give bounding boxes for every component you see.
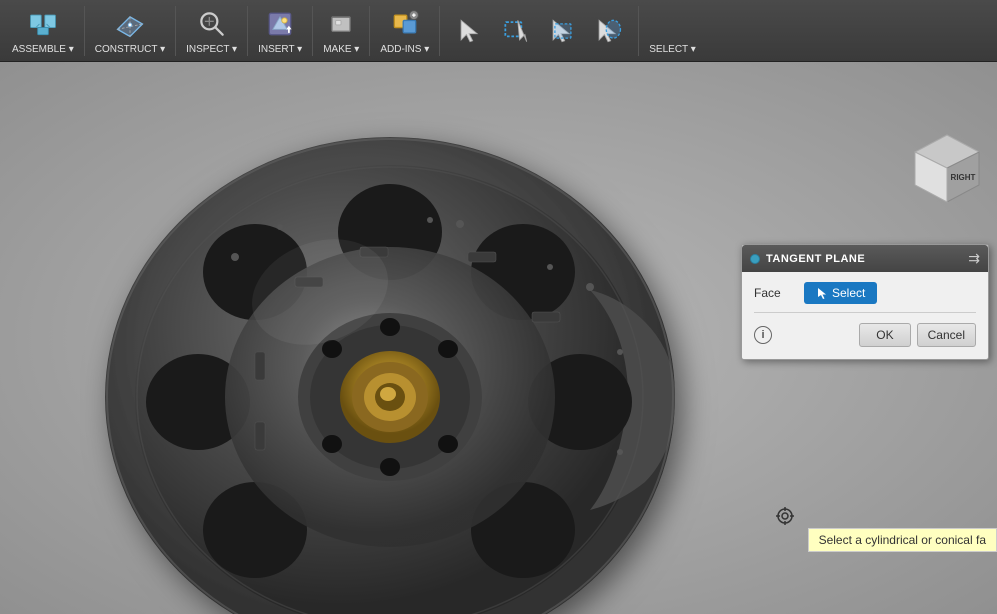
toolbar: ASSEMBLE ▾ CONSTRUCT ▾ INSPECT ▾ <box>0 0 997 62</box>
face-row: Face Select <box>754 282 976 304</box>
window-select-icon <box>498 13 534 49</box>
insert-icon <box>262 6 298 42</box>
divider-7 <box>638 6 639 56</box>
toolbar-paint-select[interactable] <box>586 9 630 53</box>
inspect-icon <box>194 6 230 42</box>
assemble-label: ASSEMBLE ▾ <box>12 44 74 55</box>
view-cube[interactable]: RIGHT <box>907 130 987 210</box>
panel-divider <box>754 312 976 313</box>
toolbar-make[interactable]: MAKE ▾ <box>315 2 367 59</box>
tangent-panel: TANGENT PLANE ⇉ Face Select i OK Cancel <box>741 244 989 360</box>
assemble-icon <box>25 6 61 42</box>
divider-3 <box>247 6 248 56</box>
toolbar-assemble[interactable]: ASSEMBLE ▾ <box>4 2 82 59</box>
select-label: SELECT ▾ <box>649 44 696 55</box>
tangent-panel-body: Face Select i OK Cancel <box>742 272 988 359</box>
face-label: Face <box>754 286 804 300</box>
divider-5 <box>369 6 370 56</box>
panel-expand-icon[interactable]: ⇉ <box>968 250 980 267</box>
toolbar-inspect[interactable]: INSPECT ▾ <box>178 2 245 59</box>
arrow-select-icon <box>452 13 488 49</box>
toolbar-construct[interactable]: CONSTRUCT ▾ <box>87 2 173 59</box>
toolbar-crossing-select[interactable] <box>540 9 584 53</box>
toolbar-window-select[interactable] <box>494 9 538 53</box>
insert-label: INSERT ▾ <box>258 44 302 55</box>
tangent-title: TANGENT PLANE <box>766 253 865 265</box>
tangent-dot-icon <box>750 254 760 264</box>
divider-2 <box>175 6 176 56</box>
viewport-3d[interactable]: RIGHT TANGENT PLANE ⇉ Face Select <box>0 62 997 614</box>
cursor-pointer <box>775 506 795 526</box>
select-cursor-icon <box>816 287 828 299</box>
select-button[interactable]: Select <box>804 282 877 304</box>
tooltip-text: Select a cylindrical or conical fa <box>819 533 986 547</box>
cancel-button[interactable]: Cancel <box>917 323 976 347</box>
construct-icon <box>112 6 148 42</box>
info-icon[interactable]: i <box>754 326 772 344</box>
tangent-header-left: TANGENT PLANE <box>750 253 865 265</box>
inspect-label: INSPECT ▾ <box>186 44 237 55</box>
tooltip: Select a cylindrical or conical fa <box>808 528 997 552</box>
addins-icon <box>387 6 423 42</box>
panel-buttons: i OK Cancel <box>754 319 976 349</box>
divider-1 <box>84 6 85 56</box>
toolbar-insert[interactable]: INSERT ▾ <box>250 2 310 59</box>
make-label: MAKE ▾ <box>323 44 359 55</box>
toolbar-select-arrow[interactable] <box>448 9 492 53</box>
construct-label: CONSTRUCT ▾ <box>95 44 165 55</box>
make-icon <box>323 6 359 42</box>
svg-text:RIGHT: RIGHT <box>951 173 976 182</box>
addins-label: ADD-INS ▾ <box>380 44 429 55</box>
divider-4 <box>312 6 313 56</box>
ok-button[interactable]: OK <box>859 323 910 347</box>
crossing-select-icon <box>544 13 580 49</box>
wheel-model <box>80 112 730 614</box>
select-btn-label: Select <box>832 286 865 300</box>
divider-6 <box>439 6 440 56</box>
paint-select-icon <box>590 13 626 49</box>
toolbar-addins[interactable]: ADD-INS ▾ <box>372 2 437 59</box>
toolbar-select-group[interactable]: SELECT ▾ <box>641 2 704 59</box>
tangent-panel-header: TANGENT PLANE ⇉ <box>742 245 988 272</box>
